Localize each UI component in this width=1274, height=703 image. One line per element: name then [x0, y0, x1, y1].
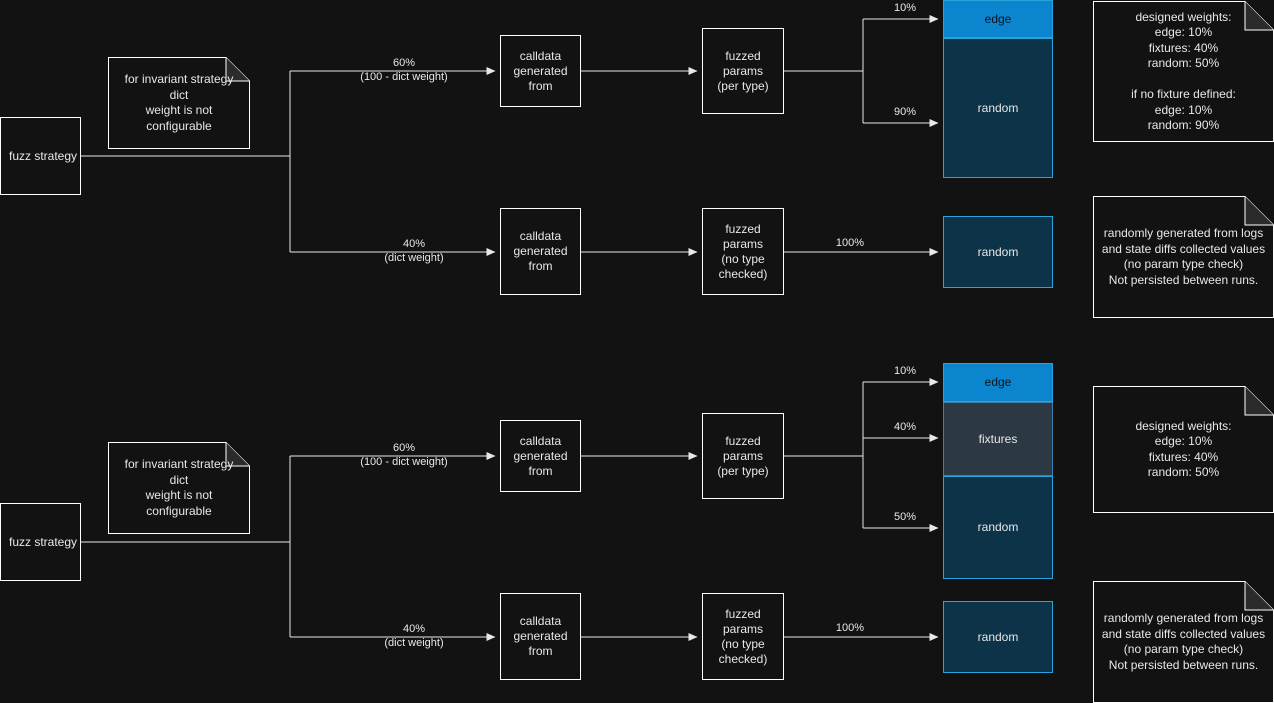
edge-label-top-branch-60-2: 60% (100 - dict weight) — [360, 442, 448, 468]
note-text: randomly generated from logs and state d… — [1101, 226, 1266, 287]
outcome-block-random-top[interactable]: random — [943, 38, 1053, 178]
edge-label-random-50-top-2: 50% — [893, 511, 917, 523]
outcome-block-random-top-2[interactable]: random — [943, 476, 1053, 579]
note-text: randomly generated from logs and state d… — [1101, 611, 1266, 672]
node-calldata-generated-from-top[interactable]: calldata generated from — [500, 35, 581, 107]
note-dict-weight-not-configurable: for invariant strategy dict weight is no… — [108, 57, 250, 149]
node-calldata-generated-from-top-2[interactable]: calldata generated from — [500, 420, 581, 492]
note-text: designed weights: edge: 10% fixtures: 40… — [1135, 418, 1232, 480]
note-random-generated-bottom: randomly generated from logs and state d… — [1093, 581, 1274, 703]
start-node-fuzz-strategy[interactable]: fuzz strategy — [0, 117, 81, 195]
outcome-block-random-bottom-2[interactable]: random — [943, 601, 1053, 673]
edge-label-random-90-top: 90% — [893, 106, 917, 118]
node-fuzzed-params-per-type-top[interactable]: fuzzed params (per type) — [702, 28, 784, 114]
node-fuzzed-params-no-type-checked-bottom[interactable]: fuzzed params (no type checked) — [702, 208, 784, 295]
node-calldata-generated-from-bottom[interactable]: calldata generated from — [500, 208, 581, 295]
edge-label-edge-10-top-2: 10% — [893, 365, 917, 377]
edge-label-random-100-bottom: 100% — [835, 237, 865, 249]
note-designed-weights-bottom: designed weights: edge: 10% fixtures: 40… — [1093, 386, 1274, 513]
outcome-block-edge-top-2[interactable]: edge — [943, 363, 1053, 402]
edge-label-bottom-branch-40: 40% (dict weight) — [384, 238, 444, 264]
edge-label-random-100-bottom-2: 100% — [835, 622, 865, 634]
note-random-generated-top: randomly generated from logs and state d… — [1093, 196, 1274, 318]
start-node-fuzz-strategy-2[interactable]: fuzz strategy — [0, 503, 81, 581]
outcome-block-edge-top[interactable]: edge — [943, 0, 1053, 38]
note-designed-weights-top: designed weights: edge: 10% fixtures: 40… — [1093, 1, 1274, 142]
note-text: for invariant strategy dict weight is no… — [124, 72, 234, 133]
node-fuzzed-params-per-type-top-2[interactable]: fuzzed params (per type) — [702, 413, 784, 499]
node-calldata-generated-from-bottom-2[interactable]: calldata generated from — [500, 593, 581, 680]
edge-label-edge-10-top: 10% — [893, 2, 917, 14]
edge-label-fixtures-40-top-2: 40% — [893, 421, 917, 433]
outcome-block-random-bottom[interactable]: random — [943, 216, 1053, 288]
outcome-block-fixtures-top-2[interactable]: fixtures — [943, 402, 1053, 476]
node-fuzzed-params-no-type-checked-bottom-2[interactable]: fuzzed params (no type checked) — [702, 593, 784, 680]
note-text: designed weights: edge: 10% fixtures: 40… — [1131, 9, 1236, 133]
note-dict-weight-not-configurable-2: for invariant strategy dict weight is no… — [108, 442, 250, 534]
edge-label-top-branch-60: 60% (100 - dict weight) — [360, 57, 448, 83]
note-text: for invariant strategy dict weight is no… — [124, 457, 234, 518]
edge-label-bottom-branch-40-2: 40% (dict weight) — [384, 623, 444, 649]
